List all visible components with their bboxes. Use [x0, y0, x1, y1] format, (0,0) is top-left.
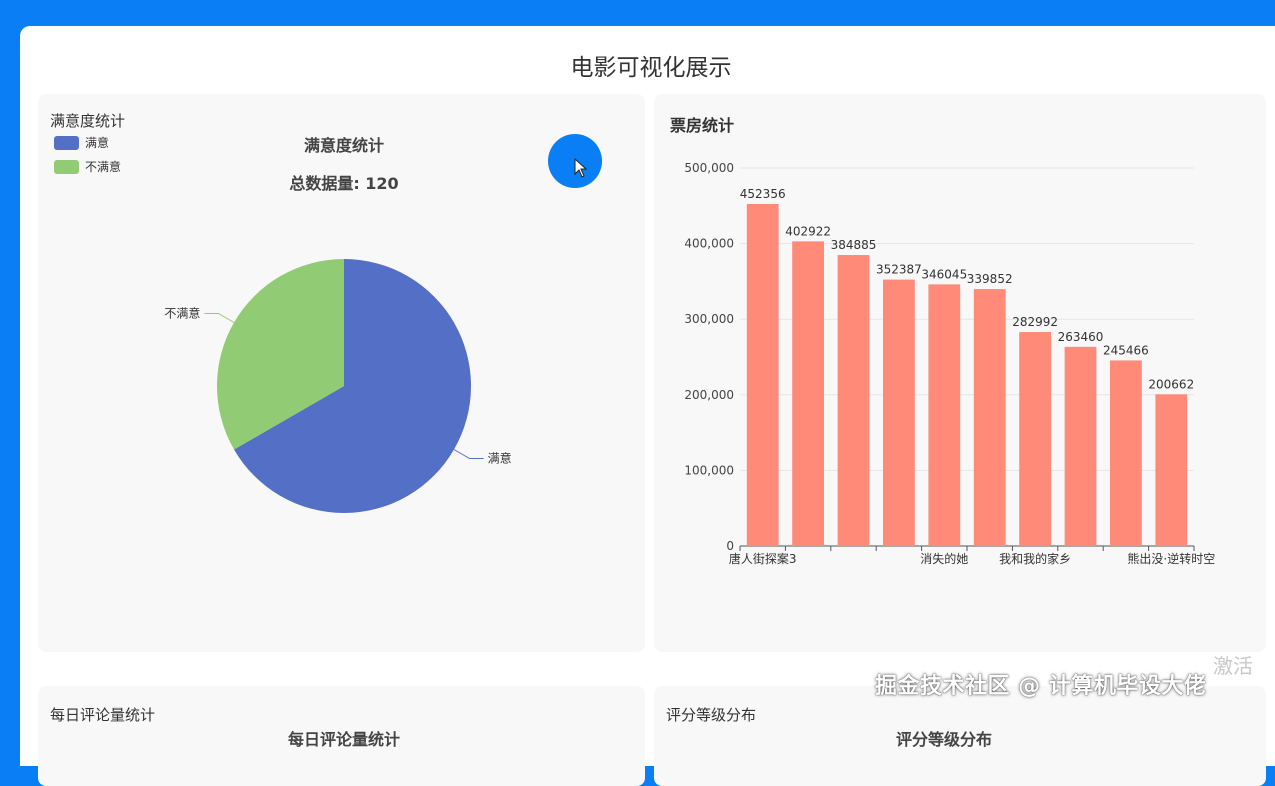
bar-value-label-5: 339852 [967, 272, 1013, 286]
y-tick-label-0: 0 [726, 539, 734, 553]
rating-panel: 评分等级分布 评分等级分布 [654, 686, 1266, 786]
watermark: 掘金技术社区 @ 计算机毕设大佬 [875, 674, 1207, 699]
bar-7[interactable] [1064, 346, 1097, 546]
bar-value-label-1: 402922 [785, 224, 831, 238]
rating-panel-label: 评分等级分布 [666, 706, 757, 724]
pie-slice-label-1: 不满意 [164, 306, 200, 321]
bar-value-label-8: 245466 [1103, 343, 1149, 357]
pie-label-line-1 [204, 313, 235, 323]
pie-slice-label-0: 满意 [488, 451, 512, 466]
bar-3[interactable] [883, 279, 915, 546]
bar-9[interactable] [1155, 394, 1188, 546]
y-tick-label-1: 100,000 [684, 463, 734, 477]
x-tick-label-4: 消失的她 [920, 551, 968, 566]
bar-8[interactable] [1110, 360, 1142, 546]
bar-value-label-0: 452356 [740, 187, 786, 201]
bar-value-label-3: 352387 [876, 263, 922, 277]
bar-1[interactable] [792, 241, 824, 546]
bar-0[interactable] [746, 204, 779, 546]
bar-value-label-2: 384885 [831, 238, 877, 252]
y-tick-label-2: 200,000 [684, 388, 734, 402]
bar-chart: 0 100,000 200,000 300,000 400,000 500,000 4523… [684, 161, 1215, 566]
pie-label-line-0 [453, 449, 484, 459]
activate-watermark: 激活 [1213, 654, 1253, 678]
bar-4[interactable] [928, 284, 961, 546]
rating-chart-title: 评分等级分布 [895, 730, 992, 749]
bar-value-label-9: 200662 [1148, 377, 1194, 391]
bar-2[interactable] [837, 255, 870, 546]
boxoffice-panel: 票房统计 0 100,000 200,000 300,000 400,000 500,00… [654, 94, 1266, 652]
comments-chart-title: 每日评论量统计 [287, 730, 400, 749]
bar-6[interactable] [1019, 332, 1051, 546]
bar-value-label-4: 346045 [921, 267, 967, 281]
y-tick-label-5: 500,000 [684, 161, 734, 175]
x-tick-label-0: 唐人街探案3 [729, 551, 797, 566]
bar-value-label-6: 282992 [1012, 315, 1058, 329]
y-tick-label-3: 300,000 [684, 312, 734, 326]
bar-5[interactable] [973, 289, 1006, 546]
comments-panel-label: 每日评论量统计 [50, 706, 156, 724]
x-tick-label-6: 我和我的家乡 [999, 551, 1071, 566]
bar-value-label-7: 263460 [1058, 330, 1104, 344]
page-title: 电影可视化展示 [570, 55, 732, 81]
x-tick-label-9: 熊出没·逆转时空 [1127, 551, 1215, 566]
main-card: 电影可视化展示 满意度统计 满意 不满意 满意度统计 总数据量: 120 满意不… [20, 26, 1275, 786]
comments-panel: 每日评论量统计 每日评论量统计 [38, 686, 645, 786]
mouse-cursor-icon [574, 158, 588, 178]
y-tick-label-4: 400,000 [684, 237, 734, 251]
